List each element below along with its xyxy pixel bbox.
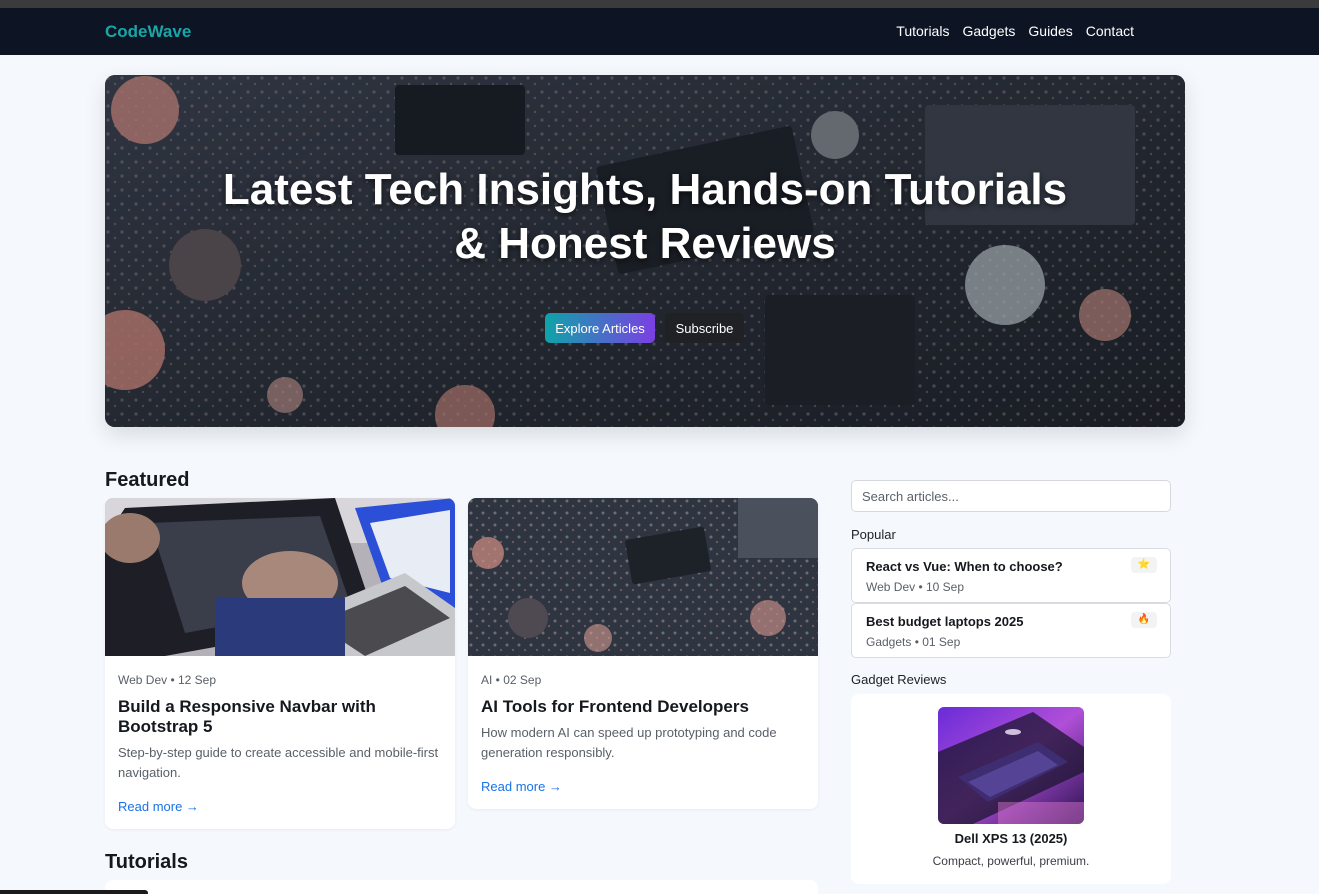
nav-link-guides[interactable]: Guides xyxy=(1028,23,1072,39)
article-description: Step-by-step guide to create accessible … xyxy=(118,745,439,780)
bottom-toast-edge xyxy=(0,890,148,894)
nav-link-gadgets[interactable]: Gadgets xyxy=(962,23,1015,39)
popular-item[interactable]: Best budget laptops 2025 Gadgets • 01 Se… xyxy=(851,603,1171,658)
popular-item-title: Best budget laptops 2025 xyxy=(866,614,1024,629)
read-more-link[interactable]: Read more → xyxy=(118,799,199,814)
star-icon: ⭐ xyxy=(1131,557,1157,573)
hero-buttons: Explore Articles Subscribe xyxy=(545,313,744,343)
gadget-reviews-heading: Gadget Reviews xyxy=(851,672,947,687)
article-card-navbar[interactable]: Web Dev • 12 Sep Build a Responsive Navb… xyxy=(105,498,455,829)
featured-heading: Featured xyxy=(105,469,190,491)
explore-articles-button[interactable]: Explore Articles xyxy=(545,313,655,343)
hero-title: Latest Tech Insights, Hands-on Tutorials… xyxy=(105,163,1185,271)
navbar: CodeWave Tutorials Gadgets Guides Contac… xyxy=(0,8,1319,55)
laptop-typing-image xyxy=(105,498,455,656)
tutorials-heading: Tutorials xyxy=(105,851,188,873)
gadget-description: Compact, powerful, premium. xyxy=(932,854,1090,868)
gadget-review-card[interactable]: Dell XPS 13 (2025) Compact, powerful, pr… xyxy=(851,694,1171,884)
gadget-name: Dell XPS 13 (2025) xyxy=(954,831,1068,846)
fire-icon: 🔥 xyxy=(1131,612,1157,628)
hero-title-line-1: Latest Tech Insights, Hands-on Tutorials xyxy=(222,165,1068,214)
popular-heading: Popular xyxy=(851,527,896,542)
hero-banner: Latest Tech Insights, Hands-on Tutorials… xyxy=(105,75,1185,427)
article-meta: AI • 02 Sep xyxy=(481,673,542,687)
popular-item-title: React vs Vue: When to choose? xyxy=(866,559,1063,574)
article-title[interactable]: AI Tools for Frontend Developers xyxy=(481,697,806,717)
popular-item-meta: Gadgets • 01 Sep xyxy=(866,635,961,649)
popular-item[interactable]: React vs Vue: When to choose? Web Dev • … xyxy=(851,548,1171,603)
brand-logo[interactable]: CodeWave xyxy=(105,22,191,42)
read-more-link[interactable]: Read more → xyxy=(481,779,562,794)
article-meta: Web Dev • 12 Sep xyxy=(118,673,217,687)
nav-link-tutorials[interactable]: Tutorials xyxy=(896,23,949,39)
subscribe-button[interactable]: Subscribe xyxy=(665,313,744,343)
circuit-board-image xyxy=(468,498,818,656)
hero-title-line-2: & Honest Reviews xyxy=(454,219,836,268)
window-top-border xyxy=(0,0,1319,8)
search-input[interactable] xyxy=(851,480,1171,512)
tutorials-card-top xyxy=(105,880,818,894)
article-card-ai-tools[interactable]: AI • 02 Sep AI Tools for Frontend Develo… xyxy=(468,498,818,809)
popular-item-meta: Web Dev • 10 Sep xyxy=(866,580,965,594)
laptop-product-image xyxy=(938,707,1084,824)
nav-link-contact[interactable]: Contact xyxy=(1086,23,1134,39)
article-description: How modern AI can speed up prototyping a… xyxy=(481,725,777,760)
article-title[interactable]: Build a Responsive Navbar with Bootstrap… xyxy=(118,697,443,737)
nav-links: Tutorials Gadgets Guides Contact xyxy=(896,23,1134,39)
